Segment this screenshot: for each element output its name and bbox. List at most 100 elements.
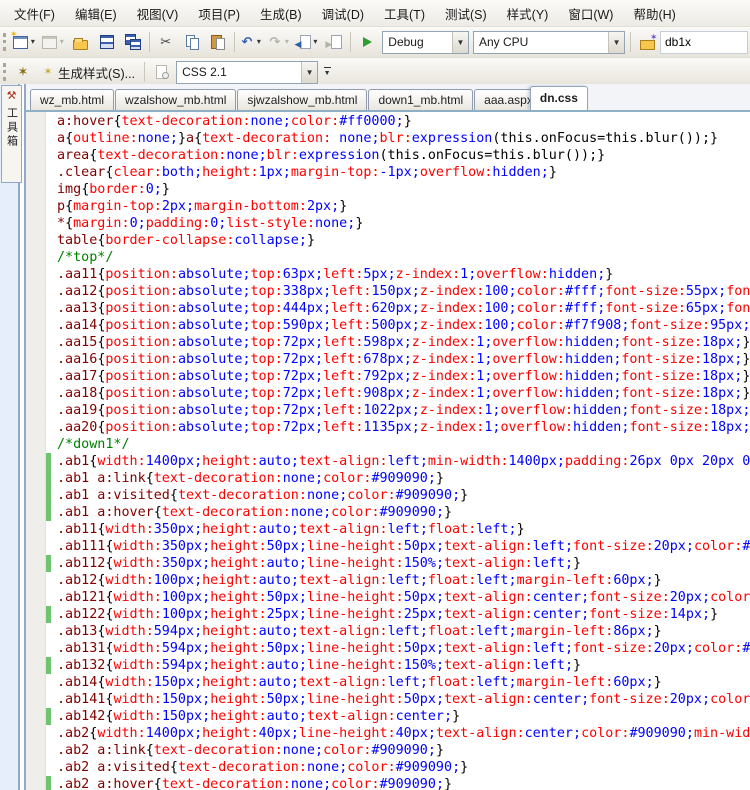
paste-button[interactable] bbox=[205, 29, 231, 55]
toolbar-overflow-button[interactable]: ▼ bbox=[320, 61, 334, 83]
code-text: .ab14{width:150px;height:auto;text-align… bbox=[57, 674, 662, 691]
code-line[interactable]: .ab132{width:594px;height:auto;line-heig… bbox=[26, 657, 750, 674]
menu-item-6[interactable]: 工具(T) bbox=[374, 0, 435, 27]
change-tracking-bar bbox=[46, 776, 51, 790]
navigate-backward-button[interactable]: ▾ bbox=[293, 29, 321, 55]
code-line[interactable]: .ab1{width:1400px;height:auto;text-align… bbox=[26, 453, 750, 470]
open-file-button[interactable] bbox=[68, 29, 94, 55]
navigate-forward-button[interactable] bbox=[321, 29, 347, 55]
code-line[interactable]: area{text-decoration:none;blr:expression… bbox=[26, 147, 750, 164]
tab-wz_mb.html[interactable]: wz_mb.html bbox=[30, 89, 114, 110]
code-line[interactable]: .ab1 a:visited{text-decoration:none;colo… bbox=[26, 487, 750, 504]
redo-button[interactable]: ↷ ▾ bbox=[266, 29, 294, 55]
code-line[interactable]: .ab142{width:150px;height:auto;text-alig… bbox=[26, 708, 750, 725]
save-icon bbox=[100, 35, 114, 49]
code-line[interactable]: *{margin:0;padding:0;list-style:none;} bbox=[26, 215, 750, 232]
platform-value: Any CPU bbox=[474, 35, 608, 49]
toolbar-drag-grip[interactable] bbox=[3, 63, 6, 81]
code-line[interactable]: .ab1 a:hover{text-decoration:none;color:… bbox=[26, 504, 750, 521]
save-button[interactable] bbox=[94, 29, 120, 55]
code-line[interactable]: .ab111{width:350px;height:50px;line-heig… bbox=[26, 538, 750, 555]
css-version-combo[interactable]: CSS 2.1 ▼ bbox=[176, 61, 318, 84]
code-line[interactable]: .ab121{width:100px;height:50px;line-heig… bbox=[26, 589, 750, 606]
add-item-button[interactable]: ▾ bbox=[39, 29, 68, 55]
debug-configuration-combo[interactable]: Debug ▼ bbox=[382, 31, 469, 54]
code-line[interactable]: .aa15{position:absolute;top:72px;left:59… bbox=[26, 334, 750, 351]
check-style-button[interactable] bbox=[148, 59, 174, 85]
menu-item-2[interactable]: 视图(V) bbox=[127, 0, 189, 27]
code-line[interactable]: .aa11{position:absolute;top:63px;left:5p… bbox=[26, 266, 750, 283]
code-text: .aa14{position:absolute;top:590px;left:5… bbox=[57, 317, 750, 334]
code-line[interactable]: .ab131{width:594px;height:50px;line-heig… bbox=[26, 640, 750, 657]
menu-item-9[interactable]: 窗口(W) bbox=[558, 0, 623, 27]
menu-item-8[interactable]: 样式(Y) bbox=[497, 0, 559, 27]
code-line[interactable]: .ab141{width:150px;height:50px;line-heig… bbox=[26, 691, 750, 708]
find-button[interactable] bbox=[634, 29, 660, 55]
undo-button[interactable]: ↶ ▾ bbox=[238, 29, 266, 55]
search-input[interactable] bbox=[660, 31, 748, 54]
menu-item-1[interactable]: 编辑(E) bbox=[65, 0, 127, 27]
magic-wand-icon: ✶ bbox=[15, 64, 31, 80]
code-line[interactable]: .aa12{position:absolute;top:338px;left:1… bbox=[26, 283, 750, 300]
code-line[interactable]: .aa14{position:absolute;top:590px;left:5… bbox=[26, 317, 750, 334]
code-line[interactable]: p{margin-top:2px;margin-bottom:2px;} bbox=[26, 198, 750, 215]
platform-combo[interactable]: Any CPU ▼ bbox=[473, 31, 625, 54]
code-line[interactable]: .ab13{width:594px;height:auto;text-align… bbox=[26, 623, 750, 640]
code-line[interactable]: .aa20{position:absolute;top:72px;left:11… bbox=[26, 419, 750, 436]
code-text: .aa19{position:absolute;top:72px;left:10… bbox=[57, 402, 750, 419]
code-line[interactable]: /*down1*/ bbox=[26, 436, 750, 453]
code-line[interactable]: .ab14{width:150px;height:auto;text-align… bbox=[26, 674, 750, 691]
new-project-button[interactable]: ▾ bbox=[10, 29, 39, 55]
code-line[interactable]: table{border-collapse:collapse;} bbox=[26, 232, 750, 249]
code-line[interactable]: .aa19{position:absolute;top:72px;left:10… bbox=[26, 402, 750, 419]
code-line[interactable]: /*top*/ bbox=[26, 249, 750, 266]
menu-item-10[interactable]: 帮助(H) bbox=[623, 0, 685, 27]
code-line[interactable]: .aa17{position:absolute;top:72px;left:79… bbox=[26, 368, 750, 385]
start-debug-button[interactable] bbox=[354, 29, 380, 55]
toolbar-drag-grip[interactable] bbox=[3, 33, 6, 51]
toolbar-separator bbox=[234, 32, 235, 52]
code-line[interactable]: .clear{clear:both;height:1px;margin-top:… bbox=[26, 164, 750, 181]
code-line[interactable]: img{border:0;} bbox=[26, 181, 750, 198]
code-line[interactable]: .ab2{width:1400px;height:40px;line-heigh… bbox=[26, 725, 750, 742]
tab-dn.css[interactable]: dn.css bbox=[530, 86, 588, 110]
save-all-button[interactable] bbox=[120, 29, 146, 55]
code-line[interactable]: .ab122{width:100px;height:25px;line-heig… bbox=[26, 606, 750, 623]
toolbox-tab[interactable]: ⚒ 工具箱 bbox=[1, 85, 22, 183]
chevron-down-icon: ▼ bbox=[452, 32, 468, 53]
css-version-value: CSS 2.1 bbox=[177, 65, 301, 79]
build-style-button[interactable]: ✶ bbox=[10, 59, 36, 85]
code-text: a{outline:none;}a{text-decoration: none;… bbox=[57, 130, 718, 147]
code-line[interactable]: .ab11{width:350px;height:auto;text-align… bbox=[26, 521, 750, 538]
code-line[interactable]: a{outline:none;}a{text-decoration: none;… bbox=[26, 130, 750, 147]
code-line[interactable]: .aa18{position:absolute;top:72px;left:90… bbox=[26, 385, 750, 402]
code-line[interactable]: .ab2 a:link{text-decoration:none;color:#… bbox=[26, 742, 750, 759]
code-line[interactable]: .ab2 a:visited{text-decoration:none;colo… bbox=[26, 759, 750, 776]
tab-down1_mb.html[interactable]: down1_mb.html bbox=[368, 89, 473, 110]
code-line[interactable]: .ab1 a:link{text-decoration:none;color:#… bbox=[26, 470, 750, 487]
cut-button[interactable]: ✂ bbox=[153, 29, 179, 55]
code-text: a:hover{text-decoration:none;color:#ff00… bbox=[57, 113, 412, 130]
menu-item-5[interactable]: 调试(D) bbox=[312, 0, 374, 27]
menu-item-4[interactable]: 生成(B) bbox=[250, 0, 312, 27]
menu-item-7[interactable]: 测试(S) bbox=[435, 0, 497, 27]
tab-wzalshow_mb.html[interactable]: wzalshow_mb.html bbox=[115, 89, 236, 110]
copy-button[interactable] bbox=[179, 29, 205, 55]
code-line[interactable]: .ab12{width:100px;height:auto;text-align… bbox=[26, 572, 750, 589]
tab-sjwzalshow_mb.html[interactable]: sjwzalshow_mb.html bbox=[237, 89, 367, 110]
menu-item-3[interactable]: 项目(P) bbox=[188, 0, 250, 27]
open-folder-icon bbox=[73, 40, 88, 50]
code-line[interactable]: .aa13{position:absolute;top:444px;left:6… bbox=[26, 300, 750, 317]
code-text: .aa18{position:absolute;top:72px;left:90… bbox=[57, 385, 750, 402]
code-line[interactable]: a:hover{text-decoration:none;color:#ff00… bbox=[26, 113, 750, 130]
play-icon bbox=[363, 37, 372, 47]
code-line[interactable]: .ab2 a:hover{text-decoration:none;color:… bbox=[26, 776, 750, 790]
menu-item-0[interactable]: 文件(F) bbox=[4, 0, 65, 27]
code-line[interactable]: .aa16{position:absolute;top:72px;left:67… bbox=[26, 351, 750, 368]
chevron-down-icon: ▾ bbox=[254, 30, 263, 54]
code-line[interactable]: .ab112{width:350px;height:auto;line-heig… bbox=[26, 555, 750, 572]
generate-style-button[interactable]: ✶ 生成样式(S)... bbox=[36, 59, 141, 85]
css-code-editor[interactable]: a:hover{text-decoration:none;color:#ff00… bbox=[26, 110, 750, 790]
code-text: .ab2 a:hover{text-decoration:none;color:… bbox=[57, 776, 452, 790]
code-text: .ab13{width:594px;height:auto;text-align… bbox=[57, 623, 662, 640]
